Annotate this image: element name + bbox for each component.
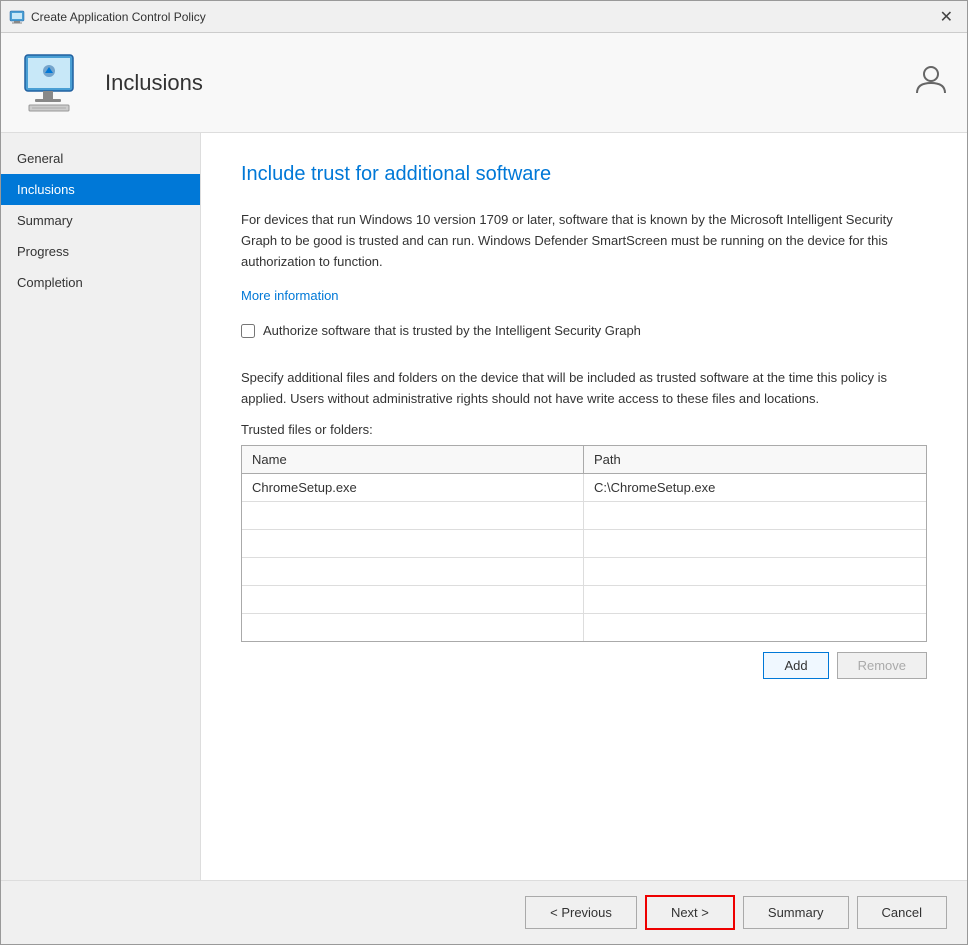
row-4-path (584, 558, 926, 585)
column-name-header: Name (242, 446, 584, 473)
row-6-name (242, 614, 584, 641)
table-row[interactable] (242, 502, 926, 530)
title-bar-left: Create Application Control Policy (9, 9, 206, 25)
header-title: Inclusions (105, 70, 203, 96)
row-3-path (584, 530, 926, 557)
table-row[interactable] (242, 586, 926, 614)
section-title: Include trust for additional software (241, 163, 927, 186)
trusted-files-table: Name Path ChromeSetup.exe C:\ChromeSetup… (241, 445, 927, 642)
window-title: Create Application Control Policy (31, 10, 206, 24)
cancel-button[interactable]: Cancel (857, 896, 947, 929)
header-computer-icon (21, 51, 85, 115)
remove-button[interactable]: Remove (837, 652, 927, 679)
next-button[interactable]: Next > (645, 895, 735, 930)
row-2-name (242, 502, 584, 529)
row-4-name (242, 558, 584, 585)
sidebar: General Inclusions Summary Progress Comp… (1, 133, 201, 880)
main-window: Create Application Control Policy ✕ Incl… (0, 0, 968, 945)
checkbox-label[interactable]: Authorize software that is trusted by th… (263, 323, 641, 338)
row-1-name: ChromeSetup.exe (242, 474, 584, 501)
header-band: Inclusions (1, 33, 967, 133)
footer: < Previous Next > Summary Cancel (1, 880, 967, 944)
table-row[interactable] (242, 614, 926, 641)
more-info-link[interactable]: More information (241, 288, 339, 303)
sidebar-item-general[interactable]: General (1, 143, 200, 174)
previous-button[interactable]: < Previous (525, 896, 637, 929)
row-5-name (242, 586, 584, 613)
table-row[interactable] (242, 530, 926, 558)
additional-desc: Specify additional files and folders on … (241, 368, 927, 410)
summary-button[interactable]: Summary (743, 896, 849, 929)
description-text: For devices that run Windows 10 version … (241, 210, 927, 272)
close-button[interactable]: ✕ (934, 5, 959, 29)
table-row[interactable]: ChromeSetup.exe C:\ChromeSetup.exe (242, 474, 926, 502)
table-header: Name Path (242, 446, 926, 474)
checkbox-row: Authorize software that is trusted by th… (241, 323, 927, 338)
trusted-files-label: Trusted files or folders: (241, 422, 927, 437)
window-icon (9, 9, 25, 25)
column-path-header: Path (584, 446, 926, 473)
sidebar-item-summary[interactable]: Summary (1, 205, 200, 236)
sidebar-item-completion[interactable]: Completion (1, 267, 200, 298)
row-2-path (584, 502, 926, 529)
table-row[interactable] (242, 558, 926, 586)
isg-checkbox[interactable] (241, 324, 255, 338)
title-bar: Create Application Control Policy ✕ (1, 1, 967, 33)
content-area: General Inclusions Summary Progress Comp… (1, 133, 967, 880)
main-content-panel: Include trust for additional software Fo… (201, 133, 967, 880)
row-3-name (242, 530, 584, 557)
row-5-path (584, 586, 926, 613)
row-6-path (584, 614, 926, 641)
sidebar-item-inclusions[interactable]: Inclusions (1, 174, 200, 205)
add-button[interactable]: Add (763, 652, 828, 679)
row-1-path: C:\ChromeSetup.exe (584, 474, 926, 501)
table-buttons: Add Remove (241, 652, 927, 679)
sidebar-item-progress[interactable]: Progress (1, 236, 200, 267)
header-user-icon (915, 63, 947, 102)
